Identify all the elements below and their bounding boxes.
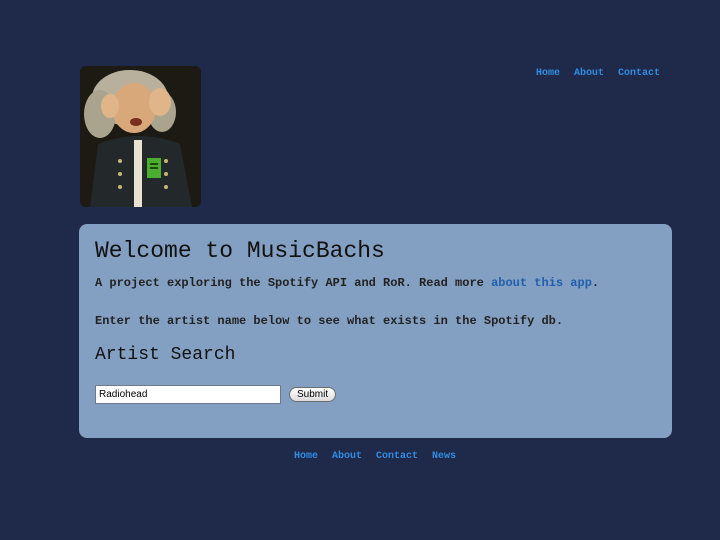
- footer-contact-link[interactable]: Contact: [376, 451, 418, 462]
- artist-search-input[interactable]: [95, 385, 281, 404]
- top-nav-contact-link[interactable]: Contact: [618, 68, 660, 79]
- submit-button[interactable]: Submit: [289, 387, 337, 402]
- footer-home-link[interactable]: Home: [294, 451, 318, 462]
- intro-text: A project exploring the Spotify API and …: [95, 276, 492, 290]
- artist-search-heading: Artist Search: [95, 345, 236, 365]
- about-app-link[interactable]: about this app: [491, 276, 592, 290]
- footer-news-link[interactable]: News: [432, 451, 456, 462]
- logo[interactable]: [80, 66, 201, 207]
- intro-end: .: [591, 276, 600, 290]
- footer-nav: Home About Contact News: [0, 451, 720, 462]
- bach-portrait-image: [80, 66, 201, 207]
- footer-about-link[interactable]: About: [332, 451, 362, 462]
- artist-search-form: Submit: [95, 385, 337, 404]
- top-nav: Home About Contact: [536, 68, 660, 79]
- top-nav-about-link[interactable]: About: [574, 68, 604, 79]
- main-panel: Welcome to MusicBachs A project explorin…: [79, 224, 672, 438]
- page-title: Welcome to MusicBachs: [95, 238, 385, 264]
- instructions-text: Enter the artist name below to see what …: [95, 314, 564, 328]
- top-nav-home-link[interactable]: Home: [536, 68, 560, 79]
- intro-paragraph: A project exploring the Spotify API and …: [95, 276, 599, 290]
